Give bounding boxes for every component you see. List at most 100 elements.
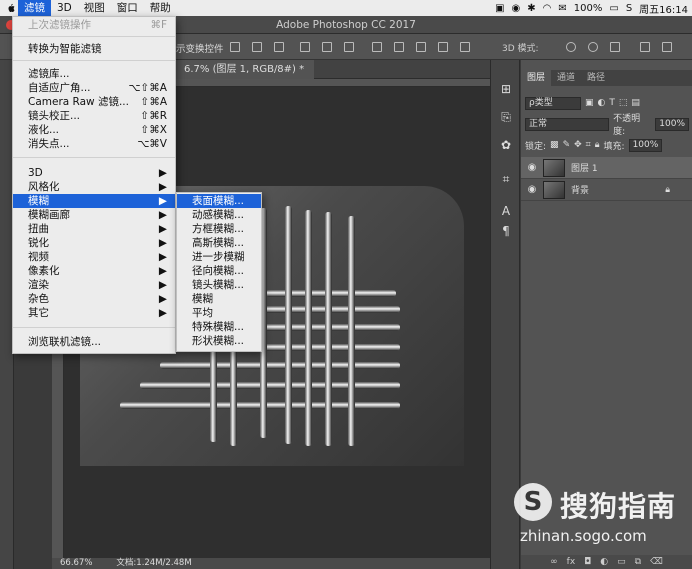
menu-item-noise[interactable]: 杂色 ▶ <box>13 292 175 306</box>
layer-row[interactable]: ◉ 图层 1 <box>521 157 692 179</box>
lock-all-icon[interactable]: 🔒︎ <box>595 140 600 150</box>
3d-pan-icon[interactable] <box>610 42 620 52</box>
show-transform-label[interactable]: 示变换控件 <box>176 41 224 55</box>
menu-help[interactable]: 帮助 <box>144 0 177 16</box>
submenu-item-surface-blur[interactable]: 表面模糊... <box>177 194 261 208</box>
add-mask-icon[interactable]: ◘ <box>584 555 591 569</box>
submenu-item-lens-blur[interactable]: 镜头模糊... <box>177 278 261 292</box>
sogou-ime-icon[interactable]: S <box>626 3 632 14</box>
brush-settings-icon[interactable]: ✿ <box>499 138 513 152</box>
properties-icon[interactable]: ⎘ <box>499 110 513 124</box>
trash-icon[interactable]: ⌫ <box>650 555 663 569</box>
menu-item-blur[interactable]: 模糊 ▶ <box>13 194 175 208</box>
filter-adjust-icon[interactable]: ◐ <box>598 98 606 108</box>
menu-item-distort[interactable]: 扭曲 ▶ <box>13 222 175 236</box>
blend-mode-select[interactable]: 正常 <box>525 117 610 131</box>
lock-pixels-icon[interactable]: ✎ <box>563 140 571 150</box>
menu-window[interactable]: 窗口 <box>111 0 144 16</box>
submenu-item-radial-blur[interactable]: 径向模糊... <box>177 264 261 278</box>
layer-row[interactable]: ◉ 背景 🔒︎ <box>521 179 692 201</box>
menu-view[interactable]: 视图 <box>78 0 111 16</box>
menu-item-vanishing-point[interactable]: 消失点... ⌥⌘V <box>13 137 175 151</box>
submenu-item-blur[interactable]: 模糊 <box>177 292 261 306</box>
lock-position-icon[interactable]: ✥ <box>574 140 582 150</box>
menu-item-other[interactable]: 其它 ▶ <box>13 306 175 320</box>
align-right-icon[interactable] <box>344 42 354 52</box>
visibility-eye-icon[interactable]: ◉ <box>521 162 543 173</box>
sogou-logo-icon: S <box>514 483 552 521</box>
filter-pixel-icon[interactable]: ▣ <box>585 98 594 108</box>
tab-layers[interactable]: 图层 <box>521 70 552 86</box>
submenu-item-box-blur[interactable]: 方框模糊... <box>177 222 261 236</box>
menu-item-lens-correction[interactable]: 镜头校正... ⇧⌘R <box>13 109 175 123</box>
submenu-item-average[interactable]: 平均 <box>177 306 261 320</box>
menu-item-smart-filter[interactable]: 转换为智能滤镜 <box>13 42 175 56</box>
align-left-icon[interactable] <box>300 42 310 52</box>
menu-filter[interactable]: 滤镜 <box>18 0 51 16</box>
menu-item-sharpen[interactable]: 锐化 ▶ <box>13 236 175 250</box>
document-size[interactable]: 文档:1.24M/2.48M <box>116 558 191 569</box>
menu-item-3d[interactable]: 3D ▶ <box>13 166 175 180</box>
character-icon[interactable]: A <box>499 204 513 218</box>
status-app-icon[interactable]: ▣ <box>495 3 504 14</box>
menu-item-pixelate[interactable]: 像素化 ▶ <box>13 264 175 278</box>
align-middle-icon[interactable] <box>252 42 262 52</box>
submenu-item-motion-blur[interactable]: 动感模糊... <box>177 208 261 222</box>
filter-shape-icon[interactable]: ⬚ <box>619 98 628 108</box>
new-layer-icon[interactable]: ⧉ <box>635 555 641 569</box>
bluetooth-icon[interactable]: ✱ <box>527 3 535 14</box>
layer-filter-select[interactable]: ρ类型 <box>525 96 581 110</box>
fill-input[interactable]: 100% <box>628 138 663 152</box>
clock[interactable]: 周五16:14 <box>639 1 688 16</box>
crop-icon[interactable]: ⌗ <box>499 172 513 186</box>
menu-item-stylize[interactable]: 风格化 ▶ <box>13 180 175 194</box>
lock-artboard-icon[interactable]: ⌗ <box>586 140 591 150</box>
workspace-icon[interactable] <box>662 42 672 52</box>
visibility-eye-icon[interactable]: ◉ <box>521 184 543 195</box>
battery-icon[interactable]: ▭ <box>609 3 618 14</box>
menu-item-blur-gallery[interactable]: 模糊画廊 ▶ <box>13 208 175 222</box>
message-icon[interactable]: ✉ <box>558 3 566 14</box>
submenu-item-gaussian-blur[interactable]: 高斯模糊... <box>177 236 261 250</box>
adjustment-layer-icon[interactable]: ◐ <box>600 555 608 569</box>
wifi-icon[interactable]: ◠ <box>543 3 552 14</box>
3d-rotate-icon[interactable] <box>566 42 576 52</box>
submenu-item-shape-blur[interactable]: 形状模糊... <box>177 334 261 348</box>
group-folder-icon[interactable]: ▭ <box>617 555 626 569</box>
menu-3d[interactable]: 3D <box>51 0 78 16</box>
tab-paths[interactable]: 路径 <box>581 70 611 86</box>
distribute-top-icon[interactable] <box>372 42 382 52</box>
zoom-level[interactable]: 66.67% <box>60 558 92 569</box>
menu-item-last-filter[interactable]: 上次滤镜操作 ⌘F <box>13 18 175 32</box>
menu-item-adaptive-wide-angle[interactable]: 自适应广角... ⌥⇧⌘A <box>13 81 175 95</box>
align-top-icon[interactable] <box>230 42 240 52</box>
filter-type-icon[interactable]: T <box>609 98 615 108</box>
document-tab[interactable]: 6.7% (图层 1, RGB/8#) * <box>174 60 315 79</box>
distribute-middle-icon[interactable] <box>394 42 404 52</box>
distribute-right-icon[interactable] <box>460 42 470 52</box>
apple-icon[interactable] <box>4 3 18 13</box>
menu-item-browse-online[interactable]: 浏览联机滤镜... <box>13 335 175 349</box>
align-bottom-icon[interactable] <box>274 42 284 52</box>
menu-item-camera-raw[interactable]: Camera Raw 滤镜... ⇧⌘A <box>13 95 175 109</box>
fx-icon[interactable]: fx <box>567 555 576 569</box>
3d-roll-icon[interactable] <box>588 42 598 52</box>
submenu-item-smart-blur[interactable]: 特殊模糊... <box>177 320 261 334</box>
menu-item-render[interactable]: 渲染 ▶ <box>13 278 175 292</box>
history-icon[interactable]: ⊞ <box>499 82 513 96</box>
distribute-bottom-icon[interactable] <box>416 42 426 52</box>
filter-smart-icon[interactable]: ▤ <box>631 98 640 108</box>
menu-item-filter-gallery[interactable]: 滤镜库... <box>13 67 175 81</box>
align-center-icon[interactable] <box>322 42 332 52</box>
link-layers-icon[interactable]: ∞ <box>550 555 558 569</box>
tab-channels[interactable]: 通道 <box>551 70 581 86</box>
menu-item-liquify[interactable]: 液化... ⇧⌘X <box>13 123 175 137</box>
distribute-left-icon[interactable] <box>438 42 448 52</box>
submenu-item-blur-more[interactable]: 进一步模糊 <box>177 250 261 264</box>
opacity-input[interactable]: 100% <box>655 117 689 131</box>
wechat-icon[interactable]: ◉ <box>512 3 521 14</box>
lock-transparency-icon[interactable]: ▩ <box>550 140 559 150</box>
3d-slide-icon[interactable] <box>640 42 650 52</box>
menu-item-video[interactable]: 视频 ▶ <box>13 250 175 264</box>
paragraph-icon[interactable]: ¶ <box>499 224 513 238</box>
